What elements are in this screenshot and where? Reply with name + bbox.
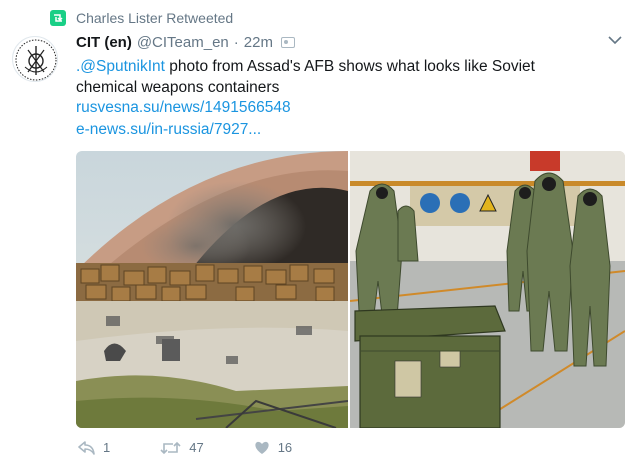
author-handle[interactable]: @CITeam_en [137,34,229,51]
avatar[interactable] [12,36,58,82]
retweet-button[interactable]: 47 [160,440,204,455]
tweet-header: CIT (en) @CITeam_en · 22m [76,34,604,51]
author-name[interactable]: CIT (en) [76,34,132,51]
reply-icon [78,440,95,455]
reply-count: 1 [103,440,111,455]
chevron-down-icon[interactable] [608,32,622,48]
retweet-count: 47 [189,440,204,455]
media-grid [76,151,625,428]
mention-link[interactable]: .@SputnikInt [76,58,165,75]
tweet-timestamp[interactable]: 22m [244,34,273,51]
retweet-icon [50,10,66,26]
tweet-text: .@SputnikInt photo from Assad's AFB show… [76,56,596,98]
photo-hangar[interactable] [76,151,349,428]
retweet-action-icon [160,441,181,454]
photo-protective-suits[interactable] [349,151,625,428]
like-button[interactable]: 16 [254,440,292,455]
retweet-context: Charles Lister Retweeted [50,8,233,28]
tweet-actions: 1 47 16 [78,440,342,455]
retweeted-by-label[interactable]: Charles Lister Retweeted [76,10,233,26]
like-count: 16 [277,440,293,455]
reply-button[interactable]: 1 [78,440,110,455]
like-icon [255,441,269,454]
tweet-link-1[interactable]: rusvesna.su/news/1491566548 [76,99,291,117]
tweet-link-2[interactable]: e-news.su/in-russia/7927... [76,121,261,139]
media-icon [280,37,295,48]
separator-dot: · [233,34,239,51]
